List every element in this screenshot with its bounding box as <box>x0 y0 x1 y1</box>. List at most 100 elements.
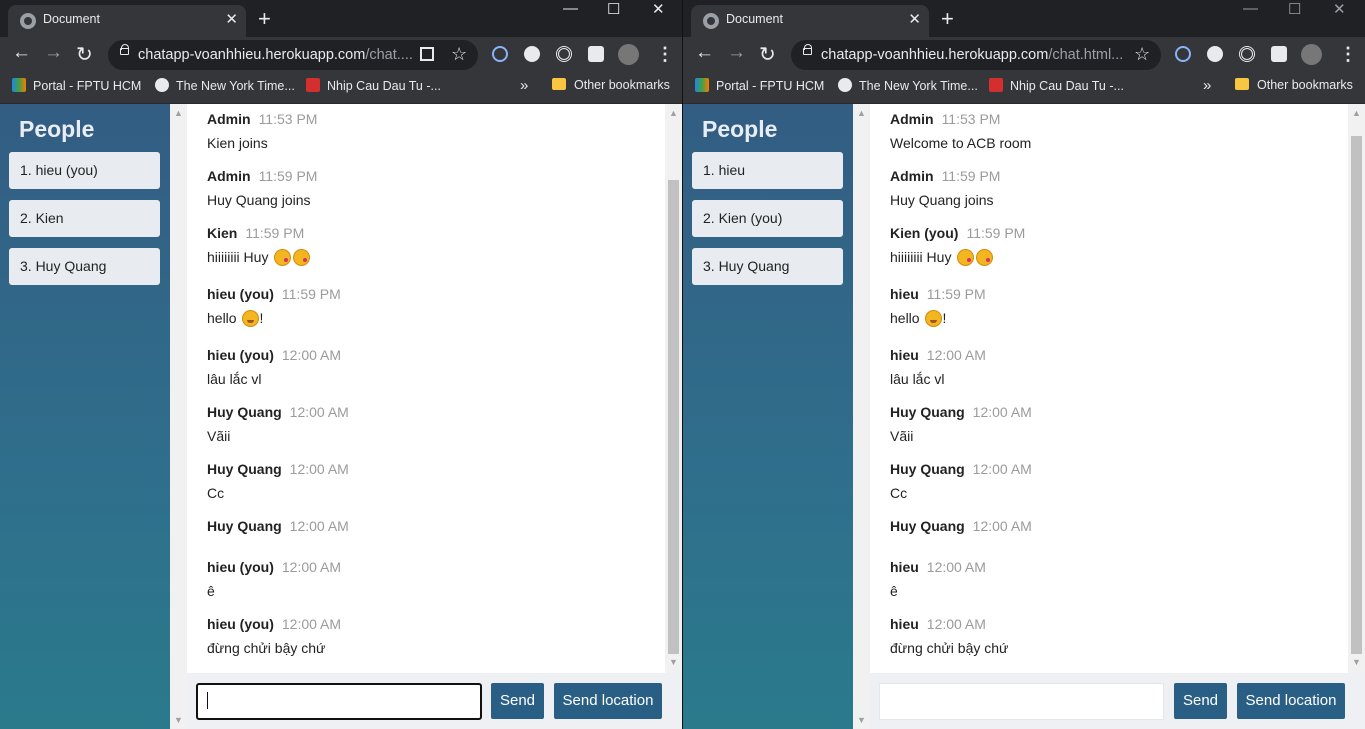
reload-icon[interactable]: ↻ <box>76 42 93 67</box>
address-bar[interactable]: chatapp-voanhhieu.herokuapp.com/chat....… <box>108 40 478 70</box>
close-tab-icon[interactable]: ✕ <box>225 10 238 28</box>
forward-icon[interactable]: → <box>727 42 746 64</box>
qr-code-icon[interactable] <box>420 47 434 61</box>
message-body: Vãii <box>207 428 349 444</box>
message-header: Huy Quang 12:00 AM <box>890 461 1032 479</box>
minimize-icon[interactable]: — <box>1243 0 1258 17</box>
message-time: 12:00 AM <box>281 559 342 575</box>
tab-strip: Document ✕ + — ☐ ✕ <box>683 0 1365 37</box>
bookmark-portal[interactable]: Portal - FPTU HCM <box>695 78 824 93</box>
message-input[interactable] <box>879 683 1164 720</box>
message-header: Admin 11:53 PM <box>207 111 317 129</box>
scrollbar-thumb[interactable] <box>668 180 679 654</box>
page-scrollbar[interactable]: ▲ ▼ <box>170 104 187 729</box>
scroll-up-icon[interactable]: ▲ <box>857 108 866 118</box>
message-header: Admin 11:59 PM <box>207 168 317 186</box>
chat-page: People 1. hieu 2. Kien (you) 3. Huy Quan… <box>683 104 1365 729</box>
new-tab-icon[interactable]: + <box>258 6 271 32</box>
address-bar[interactable]: chatapp-voanhhieu.herokuapp.com/chat.htm… <box>791 40 1161 70</box>
message-text: Welcome to ACB room <box>890 135 1032 151</box>
forward-icon[interactable]: → <box>44 42 63 64</box>
avatar[interactable] <box>618 44 639 65</box>
maximize-icon[interactable]: ☐ <box>607 0 620 18</box>
reload-icon[interactable]: ↻ <box>759 42 776 67</box>
message-header: Huy Quang 12:00 AM <box>207 518 349 536</box>
fptu-icon <box>695 78 709 92</box>
message-item: hieu (you) 11:59 PM hello ! <box>207 286 341 327</box>
send-location-button[interactable]: Send location <box>1237 683 1345 719</box>
browser-tab[interactable]: Document ✕ <box>691 5 929 37</box>
back-icon[interactable]: ← <box>12 42 31 64</box>
bookmark-nytimes[interactable]: The New York Time... <box>838 78 978 93</box>
message-input[interactable] <box>196 683 482 720</box>
message-scrollbar[interactable]: ▲ ▼ <box>665 104 682 673</box>
scroll-down-icon[interactable]: ▼ <box>669 657 678 667</box>
message-scrollbar[interactable]: ▲ ▼ <box>1348 104 1365 673</box>
message-author: hieu (you) <box>207 559 274 575</box>
send-button[interactable]: Send <box>491 683 544 719</box>
bookmark-nhipcau[interactable]: Nhip Cau Dau Tu -... <box>306 78 441 93</box>
scroll-down-icon[interactable]: ▼ <box>1352 657 1361 667</box>
close-window-icon[interactable]: ✕ <box>1333 0 1346 18</box>
message-item: Huy Quang 12:00 AM <box>207 518 349 536</box>
close-window-icon[interactable]: ✕ <box>652 0 665 18</box>
react-devtools-icon[interactable] <box>492 46 508 62</box>
message-author: Admin <box>890 111 934 127</box>
kissing-face-icon <box>976 249 994 266</box>
back-icon[interactable]: ← <box>695 42 714 64</box>
bookmark-nytimes[interactable]: The New York Time... <box>155 78 295 93</box>
menu-icon[interactable]: ⋮ <box>1339 44 1357 65</box>
bookmark-nhipcau[interactable]: Nhip Cau Dau Tu -... <box>989 78 1124 93</box>
send-location-button[interactable]: Send location <box>554 683 662 719</box>
extension-icon[interactable] <box>524 46 540 62</box>
message-time: 11:53 PM <box>258 111 318 127</box>
bookmarks-overflow-icon[interactable]: » <box>1203 77 1211 94</box>
bookmark-star-icon[interactable]: ☆ <box>1134 44 1150 65</box>
menu-icon[interactable]: ⋮ <box>656 44 674 65</box>
new-tab-icon[interactable]: + <box>941 6 954 32</box>
bookmark-portal[interactable]: Portal - FPTU HCM <box>12 78 141 93</box>
message-item: hieu (you) 12:00 AM lâu lắc vl <box>207 347 341 387</box>
react-devtools-icon[interactable] <box>1175 46 1191 62</box>
message-text: ê <box>890 583 898 599</box>
puzzle-icon[interactable] <box>1271 46 1287 62</box>
kissing-face-icon <box>957 249 975 266</box>
avatar[interactable] <box>1301 44 1322 65</box>
tab-title: Document <box>726 12 783 26</box>
fptu-icon <box>12 78 26 92</box>
send-button[interactable]: Send <box>1174 683 1227 719</box>
message-item: hieu (you) 12:00 AM đừng chửi bậy chứ <box>207 616 341 656</box>
scroll-down-icon[interactable]: ▼ <box>857 715 866 725</box>
message-author: Admin <box>207 111 251 127</box>
extension-icon[interactable] <box>1207 46 1223 62</box>
puzzle-icon[interactable] <box>588 46 604 62</box>
scroll-down-icon[interactable]: ▼ <box>174 715 183 725</box>
message-item: Huy Quang 12:00 AM Cc <box>207 461 349 501</box>
message-time: 11:59 PM <box>281 286 341 302</box>
target-icon[interactable] <box>1239 46 1255 62</box>
page-scrollbar[interactable]: ▲ ▼ <box>853 104 870 729</box>
maximize-icon[interactable]: ☐ <box>1288 0 1301 18</box>
bookmark-star-icon[interactable]: ☆ <box>451 44 467 65</box>
message-text: Vãii <box>207 428 231 444</box>
other-bookmarks[interactable]: Other bookmarks <box>552 78 670 92</box>
close-tab-icon[interactable]: ✕ <box>908 10 921 28</box>
minimize-icon[interactable]: — <box>563 0 578 17</box>
scroll-up-icon[interactable]: ▲ <box>174 108 183 118</box>
other-bookmarks[interactable]: Other bookmarks <box>1235 78 1353 92</box>
message-text: Cc <box>890 485 908 501</box>
bookmarks-overflow-icon[interactable]: » <box>520 77 528 94</box>
message-body: hello ! <box>890 310 986 327</box>
scroll-up-icon[interactable]: ▲ <box>669 108 678 118</box>
message-list: Admin 11:53 PM Kien joins Admin 11:59 PM Huy … <box>187 104 665 673</box>
scroll-up-icon[interactable]: ▲ <box>1352 108 1361 118</box>
people-title: People <box>702 116 778 142</box>
target-icon[interactable] <box>556 46 572 62</box>
message-body: đừng chửi bậy chứ <box>207 640 341 656</box>
message-text: lâu lắc vl <box>890 371 945 387</box>
message-body: Cc <box>890 485 1032 501</box>
tab-strip: Document ✕ + — ☐ ✕ <box>0 0 682 37</box>
scrollbar-thumb[interactable] <box>1351 136 1362 654</box>
user-item: 1. hieu (you) <box>9 152 160 189</box>
browser-tab[interactable]: Document ✕ <box>8 5 246 37</box>
